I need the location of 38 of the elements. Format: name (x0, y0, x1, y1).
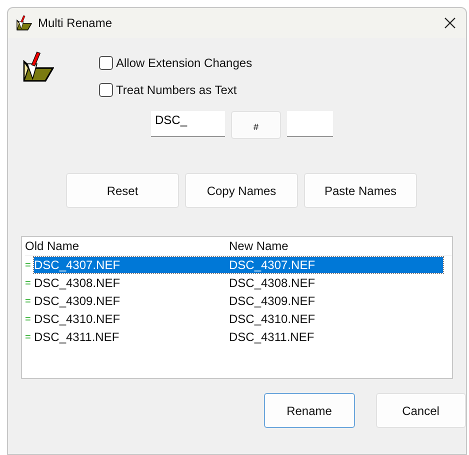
checkbox-label: Treat Numbers as Text (116, 82, 237, 96)
status-mark: = (25, 278, 32, 288)
folder-icon (22, 51, 54, 83)
file-row[interactable]: DSC_4308.NEF DSC_4308.NEF (34, 275, 443, 291)
old-name: DSC_4311.NEF (34, 330, 120, 344)
counter-button[interactable]: # (231, 111, 281, 139)
suffix-field[interactable] (287, 111, 333, 137)
action-button[interactable]: Reset (66, 173, 179, 208)
new-name: DSC_4311.NEF (229, 330, 314, 344)
dialog-button[interactable]: Rename (264, 393, 354, 428)
new-name: DSC_4308.NEF (229, 276, 316, 290)
status-mark: = (25, 314, 32, 324)
new-name: DSC_4309.NEF (229, 294, 316, 308)
new-name: DSC_4310.NEF (229, 312, 316, 326)
action-button[interactable]: Copy Names (185, 173, 298, 208)
window-title: Multi Rename (38, 16, 112, 30)
status-mark: = (25, 296, 32, 306)
column-header[interactable]: New Name (229, 239, 288, 253)
file-row[interactable]: DSC_4311.NEF DSC_4311.NEF (34, 329, 443, 345)
old-name: DSC_4310.NEF (34, 312, 122, 326)
prefix-field[interactable]: DSC_ (151, 111, 225, 137)
checkbox[interactable] (99, 82, 113, 96)
file-row[interactable]: DSC_4310.NEF DSC_4310.NEF (34, 311, 443, 327)
checkbox-label: Allow Extension Changes (116, 56, 252, 70)
column-header[interactable]: Old Name (25, 239, 229, 253)
dialog-button[interactable]: Cancel (376, 393, 466, 428)
file-row[interactable]: DSC_4307.NEF DSC_4307.NEF (34, 257, 443, 273)
status-mark: = (25, 260, 32, 270)
old-name: DSC_4307.NEF (34, 258, 122, 272)
status-mark: = (25, 332, 32, 342)
action-button[interactable]: Paste Names (304, 173, 417, 208)
close-icon[interactable] (444, 17, 456, 29)
old-name: DSC_4308.NEF (34, 276, 122, 290)
file-row[interactable]: DSC_4309.NEF DSC_4309.NEF (34, 293, 443, 309)
old-name: DSC_4309.NEF (34, 294, 122, 308)
new-name: DSC_4307.NEF (229, 258, 316, 272)
checkbox[interactable] (99, 56, 113, 70)
folder-icon (16, 15, 32, 31)
